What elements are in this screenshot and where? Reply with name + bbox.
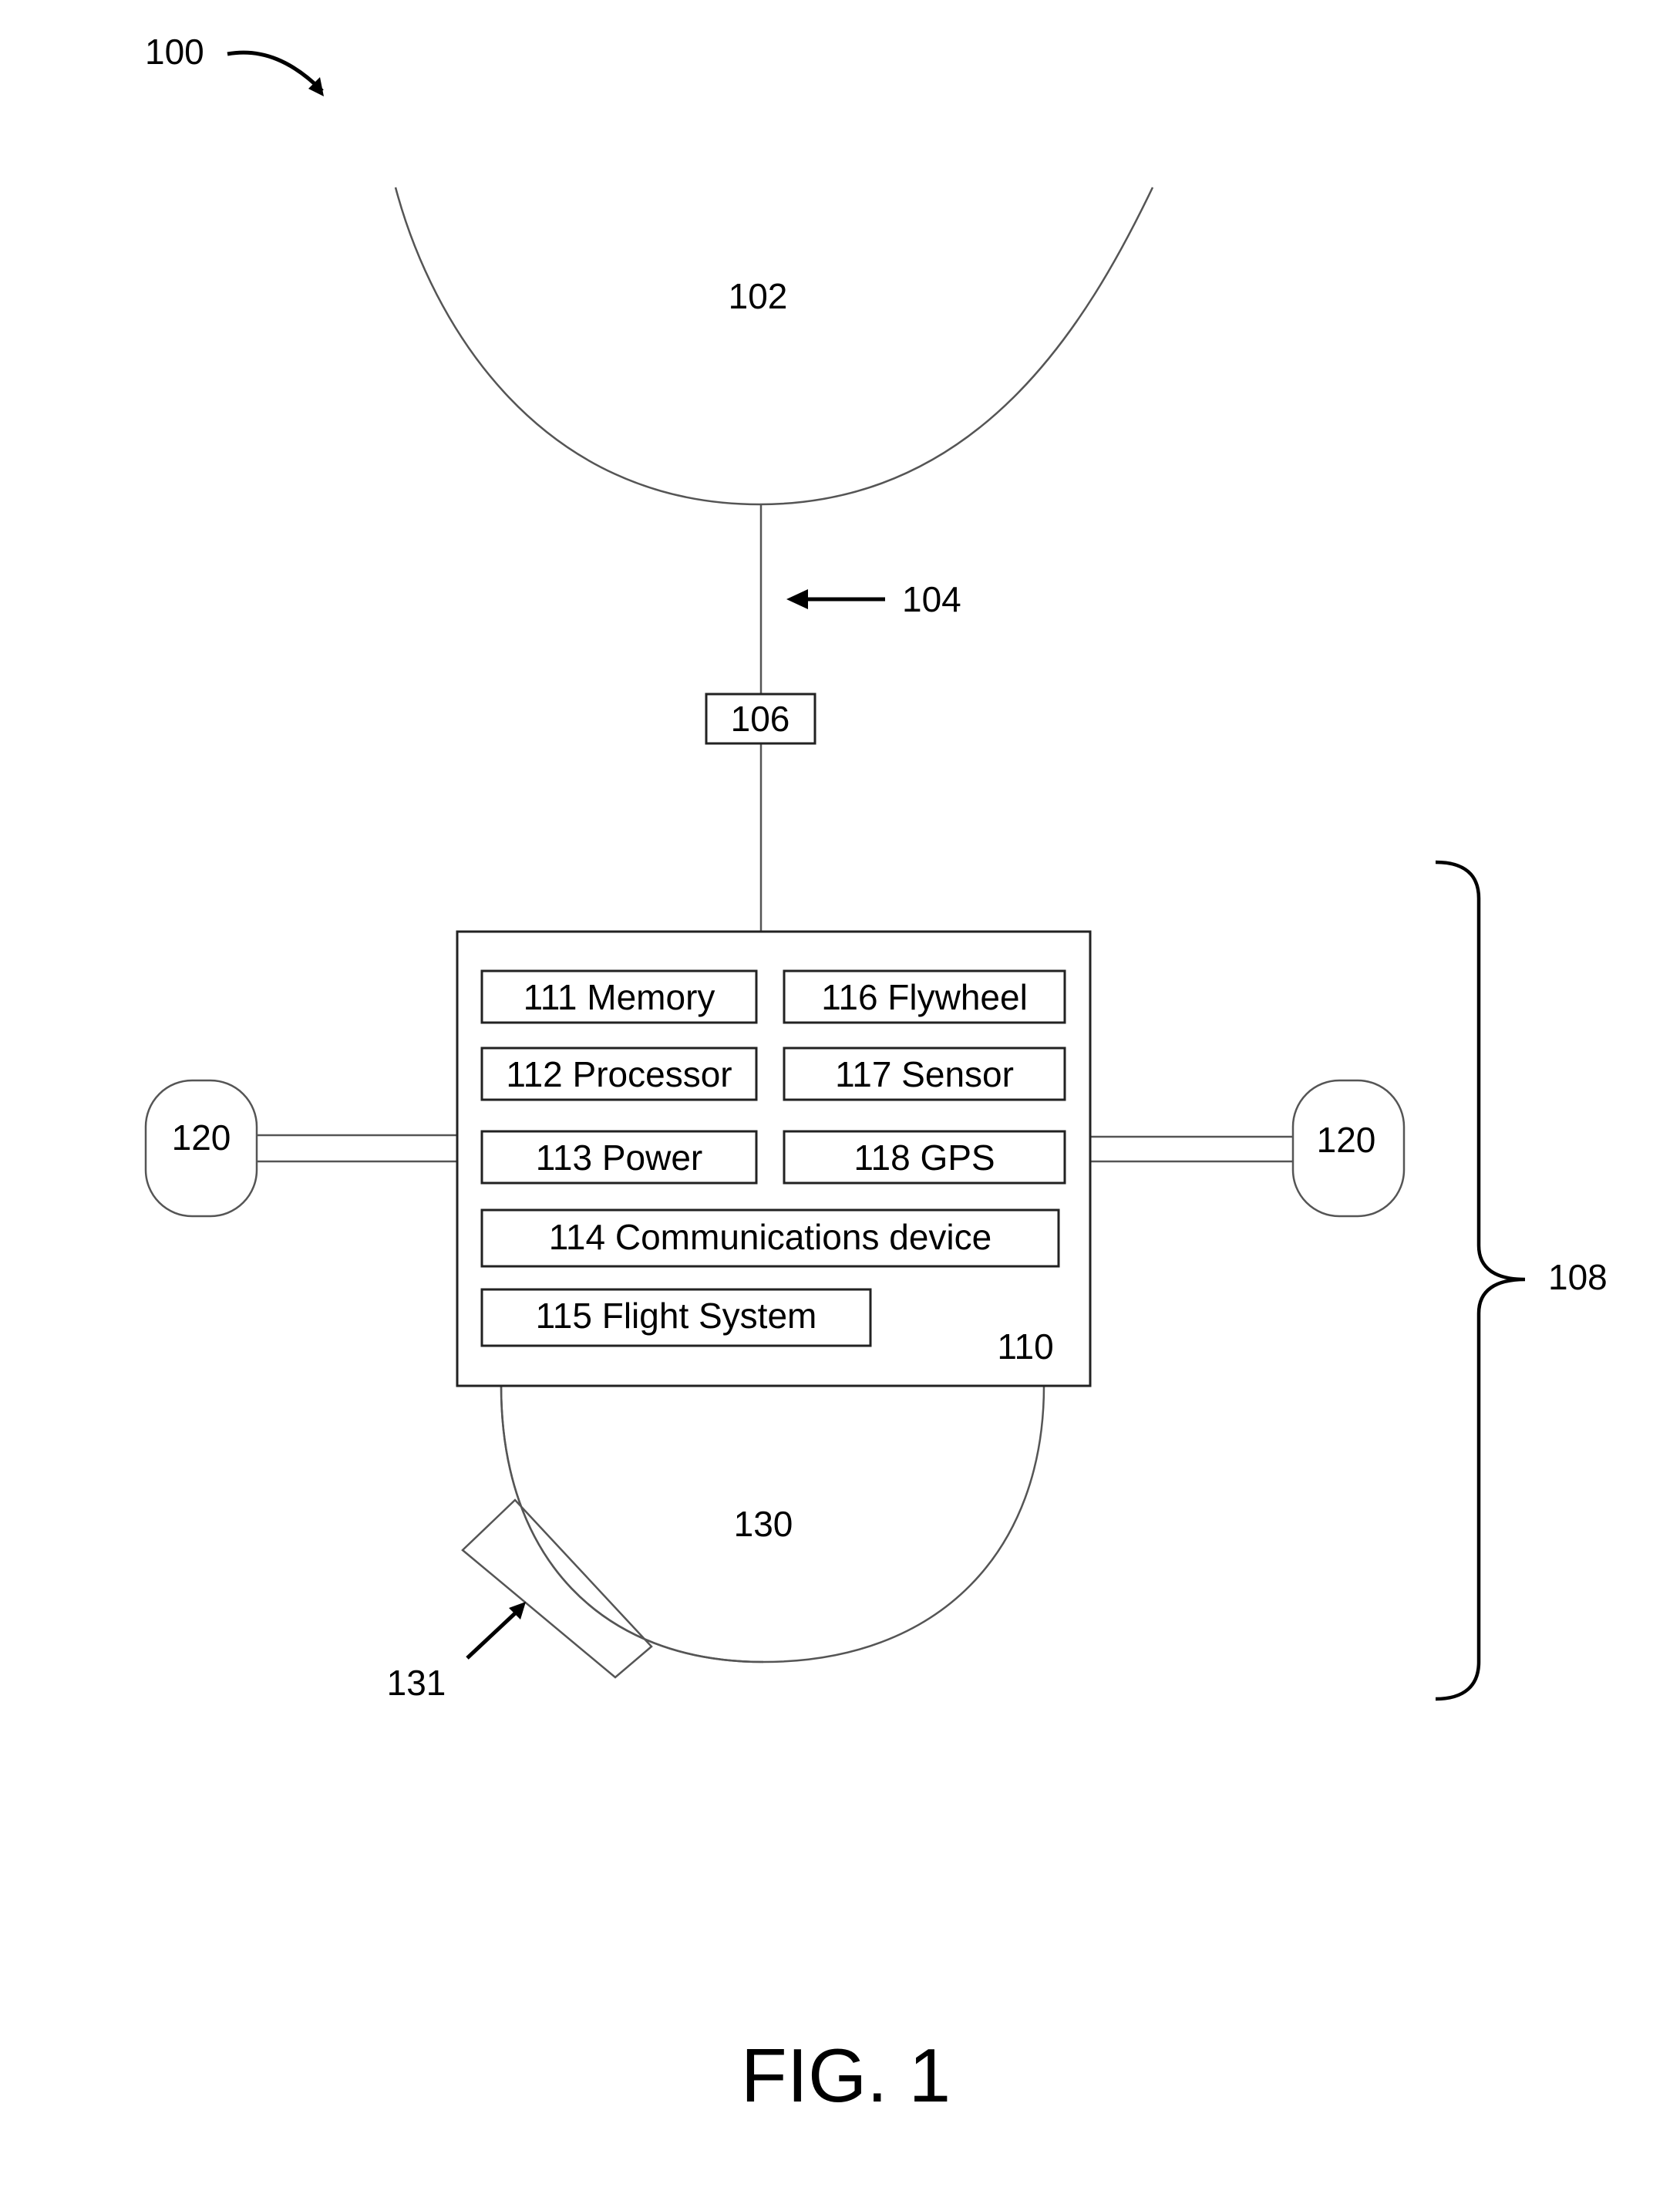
- system-ref-arrow-icon: [227, 50, 324, 93]
- component-communications-label: 114 Communications device: [549, 1217, 992, 1257]
- component-memory-label: 111 Memory: [524, 977, 715, 1017]
- connector-ref-label: 106: [731, 699, 790, 739]
- component-flight-system-label: 115 Flight System: [536, 1296, 817, 1336]
- component-processor-label: 112 Processor: [506, 1054, 732, 1094]
- balloon-envelope: [394, 187, 1154, 506]
- propulsion-ref-left-label: 120: [172, 1117, 231, 1158]
- tether-ref-label: 104: [902, 579, 961, 619]
- component-gps-label: 118 GPS: [853, 1138, 995, 1178]
- component-power-label: 113 Power: [536, 1138, 703, 1178]
- component-flight-system: 115 Flight System: [480, 1288, 872, 1347]
- payload-brace: [1435, 860, 1526, 1701]
- patent-figure: 100 102 104 106 120 120 130 131 110 111 …: [144, 32, 1608, 2118]
- propulsion-ref-right-label: 120: [1317, 1120, 1376, 1160]
- control-box-ref-label: 110: [997, 1326, 1053, 1367]
- component-sensor: 117 Sensor: [783, 1047, 1066, 1101]
- dome-overlay: [500, 1385, 764, 1663]
- component-sensor-label: 117 Sensor: [835, 1054, 1014, 1094]
- camera-ref-arrow-line: [466, 1612, 517, 1660]
- dome-ref-label: 130: [734, 1504, 793, 1544]
- component-communications: 114 Communications device: [480, 1208, 1060, 1268]
- component-power: 113 Power: [480, 1130, 758, 1185]
- balloon-ref-label: 102: [729, 276, 788, 316]
- payload-ref-label: 108: [1548, 1257, 1608, 1297]
- component-memory: 111 Memory: [480, 969, 758, 1024]
- camera-housing: [461, 1498, 653, 1679]
- tether-ref-arrowhead-icon: [786, 589, 808, 609]
- component-flywheel: 116 Flywheel: [783, 969, 1066, 1024]
- system-ref-label: 100: [145, 32, 204, 72]
- component-processor: 112 Processor: [480, 1047, 758, 1101]
- component-flywheel-label: 116 Flywheel: [821, 977, 1028, 1017]
- component-gps: 118 GPS: [783, 1130, 1066, 1185]
- camera-ref-label: 131: [387, 1663, 446, 1703]
- figure-caption: FIG. 1: [741, 2033, 951, 2118]
